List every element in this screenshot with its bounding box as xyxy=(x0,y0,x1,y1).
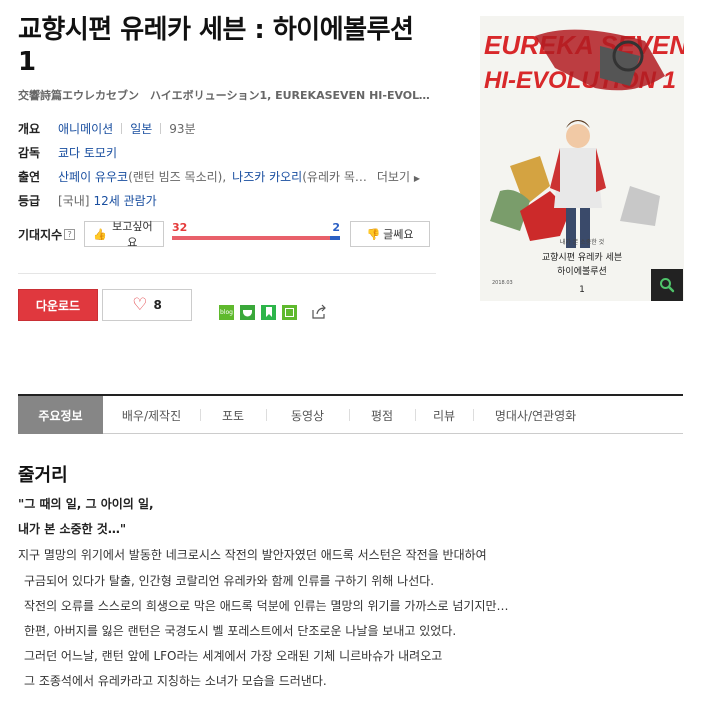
thumbs-up-icon: 👍 xyxy=(93,227,107,241)
share-icons: blog xyxy=(219,304,327,320)
synopsis-line: 구금되어 있다가 탈출, 인간형 코랄리언 유레카와 함께 인류를 구하기 위해… xyxy=(24,574,435,588)
original-title: 交響詩篇エウレカセブン ハイエボリューション1, EUREKASEVEN HI-… xyxy=(18,89,436,102)
cast-label: 출연 xyxy=(18,169,41,184)
synopsis-line: 한편, 아버지를 잃은 랜턴은 국경도시 벨 포레스트에서 단조로운 나날을 보… xyxy=(24,624,457,638)
info-row-director: 감독 쿄다 토모키 xyxy=(18,140,436,164)
synopsis-line: 그러던 어느날, 랜턴 앞에 LFO라는 세계에서 가장 오래된 기체 니르바슈… xyxy=(24,649,443,663)
magnifier-icon xyxy=(660,278,675,293)
tab-cast-crew[interactable]: 배우/제작진 xyxy=(103,396,200,434)
blog-share-icon[interactable]: blog xyxy=(219,304,234,320)
separator xyxy=(160,122,162,134)
expectation-index: 기대지수? 👍 보고싶어요 32 2 👎 글쎄요 xyxy=(18,219,436,249)
tab-bar: 주요정보 배우/제작진 포토 동영상 평점 리뷰 명대사/연관영화 xyxy=(18,394,683,434)
poster-title-line1: 교향시편 유레카 세븐 xyxy=(542,251,622,263)
not-sure-button[interactable]: 👎 글쎄요 xyxy=(350,221,430,247)
chevron-right-icon: ▶ xyxy=(413,173,420,183)
not-count: 2 xyxy=(332,221,340,234)
runtime: 93분 xyxy=(169,121,196,136)
poster-title-line2: 하이에볼루션 xyxy=(557,266,607,277)
like-count: 8 xyxy=(153,298,162,312)
band-share-icon[interactable] xyxy=(282,304,297,320)
bookmark-share-icon[interactable] xyxy=(261,304,276,320)
like-button[interactable]: ♡ 8 xyxy=(102,289,192,321)
synopsis-line: 그 조종석에서 유레카라고 지칭하는 소녀가 모습을 드러낸다. xyxy=(24,674,327,688)
expectation-bar-track xyxy=(172,236,340,240)
tab-review[interactable]: 리뷰 xyxy=(415,396,473,434)
poster-image: EUREKA SEVEN HI-EVOLUTION 1 내가 본 소중한 것 교… xyxy=(480,16,684,301)
synopsis-quote-line1: "그 때의 일, 그 아이의 일, xyxy=(18,497,154,511)
synopsis-quote-line2: 내가 본 소중한 것…" xyxy=(18,522,127,536)
cast-link-2[interactable]: 나즈카 카오리 xyxy=(232,168,302,185)
not-sure-label: 글쎄요 xyxy=(383,228,414,241)
separator xyxy=(121,122,123,134)
tab-quotes-related[interactable]: 명대사/연관영화 xyxy=(473,396,598,434)
director-link[interactable]: 쿄다 토모키 xyxy=(58,144,117,161)
tab-photo[interactable]: 포토 xyxy=(200,396,266,434)
rating-label: 등급 xyxy=(18,193,41,208)
tab-main-info[interactable]: 주요정보 xyxy=(18,396,103,434)
info-row-cast: 출연 산페이 유우코 (랜턴 빔즈 목소리), 나즈카 카오리 (유레카 목… … xyxy=(18,164,436,188)
poster-number: 1 xyxy=(579,285,585,295)
zoom-poster-button[interactable] xyxy=(651,269,683,301)
synopsis-heading: 줄거리 xyxy=(18,465,68,486)
tab-video[interactable]: 동영상 xyxy=(266,396,349,434)
tab-rating[interactable]: 평점 xyxy=(349,396,415,434)
divider xyxy=(18,273,436,274)
heart-icon: ♡ xyxy=(132,295,148,315)
cafe-share-icon[interactable] xyxy=(240,304,255,320)
movie-info: 개요 애니메이션 일본 93분 감독 쿄다 토모키 출연 산페이 유우코 (랜턴… xyxy=(18,116,436,212)
help-icon[interactable]: ? xyxy=(64,228,76,240)
download-button[interactable]: 다운로드 xyxy=(18,289,98,321)
movie-poster[interactable]: EUREKA SEVEN HI-EVOLUTION 1 내가 본 소중한 것 교… xyxy=(480,16,684,301)
thumbs-down-icon: 👎 xyxy=(366,227,381,241)
more-cast-link[interactable]: 더보기 ▶ xyxy=(377,168,420,185)
director-label: 감독 xyxy=(18,145,41,160)
cast-role-1: (랜턴 빔즈 목소리), xyxy=(128,169,227,184)
expectation-label: 기대지수? xyxy=(18,226,84,243)
share-icon[interactable] xyxy=(311,304,327,320)
want-label: 보고싶어요 xyxy=(112,220,153,249)
want-count: 32 xyxy=(172,221,188,234)
cast-link-1[interactable]: 산페이 유우코 xyxy=(58,168,128,185)
genre-link[interactable]: 애니메이션 xyxy=(58,120,113,137)
poster-date: 2018.03 xyxy=(492,280,513,286)
cast-role-2: (유레카 목… xyxy=(302,169,367,184)
page-title: 교향시편 유레카 세븐 : 하이에볼루션 1 xyxy=(18,15,414,77)
info-row-rating: 등급 [국내] 12세 관람가 xyxy=(18,188,436,212)
rating-region: [국내] xyxy=(58,193,90,208)
synopsis-line: 작전의 오류를 스스로의 희생으로 막은 애드록 덕분에 인류는 멸망의 위기를… xyxy=(24,599,509,613)
synopsis-line: 지구 멸망의 위기에서 발동한 네크로시스 작전의 발안자였던 애드록 서스턴은… xyxy=(18,548,487,562)
info-row-overview: 개요 애니메이션 일본 93분 xyxy=(18,116,436,140)
expectation-bar: 32 2 xyxy=(172,219,340,249)
rating-link[interactable]: 12세 관람가 xyxy=(93,192,156,209)
overview-label: 개요 xyxy=(18,121,41,136)
poster-tagline: 내가 본 소중한 것 xyxy=(560,238,605,246)
expectation-bar-fill xyxy=(172,236,330,240)
country-link[interactable]: 일본 xyxy=(130,120,152,137)
want-to-see-button[interactable]: 👍 보고싶어요 xyxy=(84,220,164,249)
